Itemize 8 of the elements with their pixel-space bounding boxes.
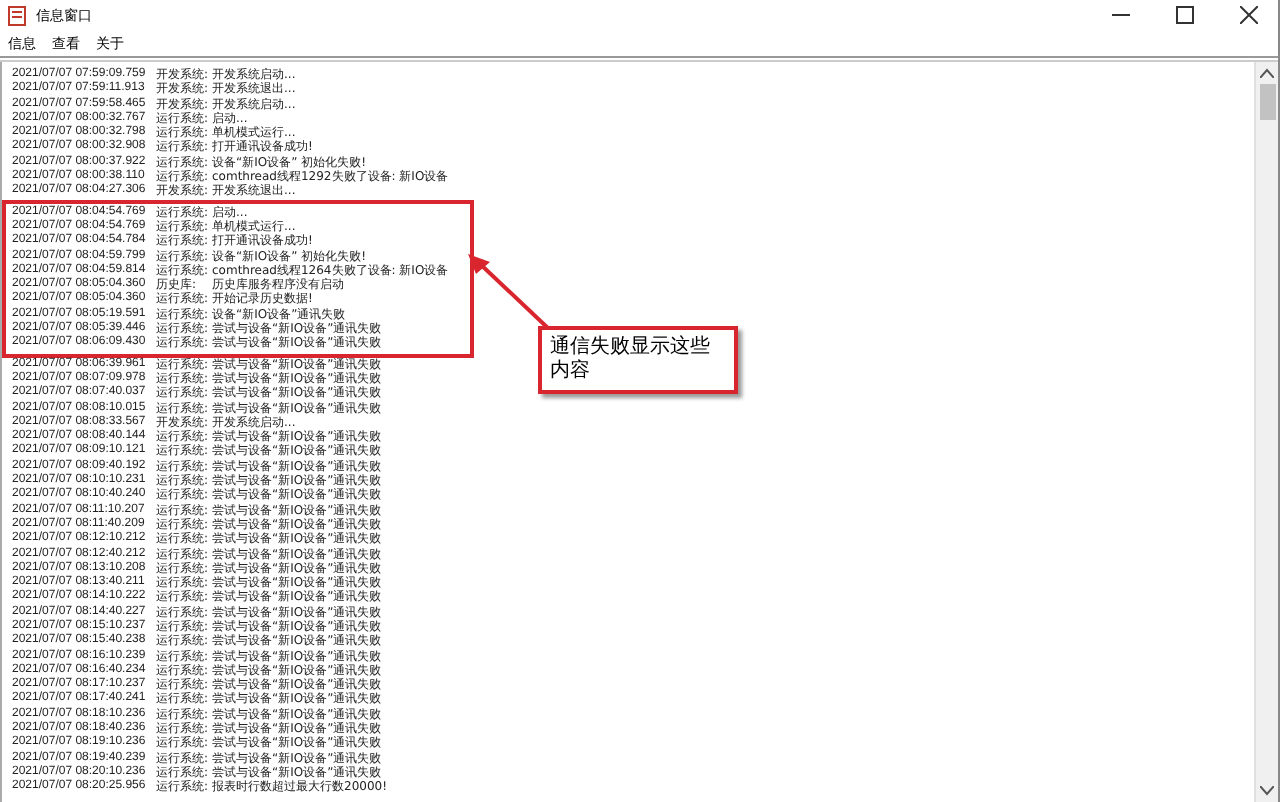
callout-note: 通信失败显示这些内容 bbox=[538, 326, 738, 394]
close-icon[interactable] bbox=[1239, 6, 1257, 24]
scroll-down-icon[interactable] bbox=[1260, 786, 1274, 796]
maximize-icon[interactable] bbox=[1175, 6, 1193, 24]
scroll-up-icon[interactable] bbox=[1260, 68, 1274, 78]
scroll-thumb[interactable] bbox=[1259, 84, 1275, 120]
document-icon bbox=[8, 5, 26, 25]
scrollbar[interactable] bbox=[1254, 62, 1278, 802]
